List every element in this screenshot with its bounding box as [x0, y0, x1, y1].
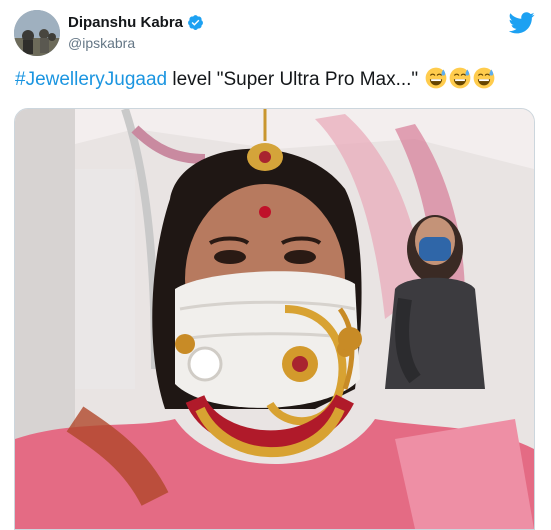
photo-woman-nose-ring-on-mask-icon — [15, 109, 534, 529]
hashtag-link[interactable]: #JewelleryJugaad — [15, 69, 167, 90]
author-avatar[interactable] — [14, 10, 60, 56]
verified-badge-icon — [188, 15, 203, 30]
author-display-name[interactable]: Dipanshu Kabra — [68, 14, 183, 31]
tweet-text: #JewelleryJugaad level "Super Ultra Pro … — [15, 66, 495, 94]
tweet-body-text: level "Super Ultra Pro Max..." — [167, 69, 419, 90]
author-handle[interactable]: @ipskabra — [68, 35, 135, 51]
tweet-media-photo[interactable] — [14, 108, 535, 530]
grinning-sweat-emoji-icon — [426, 67, 447, 89]
avatar-photo-icon — [14, 10, 60, 56]
tweet-card: Dipanshu Kabra @ipskabra #JewelleryJugaa… — [0, 0, 551, 530]
author-name-row: Dipanshu Kabra — [68, 14, 204, 31]
grinning-sweat-emoji-icon — [450, 67, 471, 89]
twitter-bird-icon[interactable] — [509, 12, 535, 34]
grinning-sweat-emoji-icon — [474, 67, 495, 89]
